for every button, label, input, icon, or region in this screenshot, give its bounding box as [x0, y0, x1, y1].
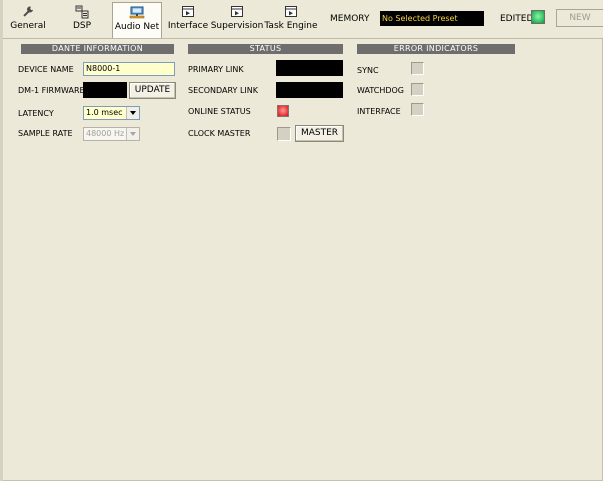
- interface-indicator: [411, 103, 424, 116]
- sample-rate-label: SAMPLE RATE: [18, 129, 73, 138]
- tab-general[interactable]: General: [6, 2, 50, 35]
- tab-task-engine[interactable]: Task Engine: [264, 2, 318, 35]
- tab-dsp[interactable]: DSP: [62, 2, 102, 35]
- firmware-label: DM-1 FIRMWARE: [18, 86, 85, 95]
- tab-interface-label: Interface: [167, 21, 209, 31]
- tab-supervision[interactable]: Supervision: [210, 2, 264, 35]
- clock-master-indicator: [277, 127, 291, 141]
- tab-task-engine-label: Task Engine: [264, 21, 318, 31]
- toolbar: General DSP Audio Net Interface Supervis…: [3, 0, 603, 39]
- tab-interface[interactable]: Interface: [167, 2, 209, 35]
- online-status-label: ONLINE STATUS: [188, 107, 251, 116]
- memory-label: MEMORY: [330, 14, 370, 24]
- master-button[interactable]: MASTER: [295, 125, 344, 142]
- sync-label: SYNC: [357, 66, 379, 75]
- watchdog-label: WATCHDOG: [357, 86, 404, 95]
- primary-link-display: [276, 60, 343, 76]
- latency-select[interactable]: 1.0 msec: [83, 106, 140, 120]
- update-button[interactable]: UPDATE: [129, 82, 176, 99]
- memory-preset-display: No Selected Preset: [380, 11, 484, 26]
- online-status-led: [277, 105, 289, 117]
- secondary-link-display: [276, 82, 343, 98]
- status-header: STATUS: [188, 44, 343, 54]
- tab-dsp-label: DSP: [72, 21, 92, 31]
- chevron-down-icon[interactable]: [126, 128, 139, 140]
- watchdog-indicator: [411, 83, 424, 96]
- interface-label: INTERFACE: [357, 107, 401, 116]
- wrench-icon: [20, 4, 36, 20]
- tab-general-label: General: [10, 21, 46, 31]
- firmware-display: [83, 82, 127, 98]
- dsp-icon: [74, 4, 90, 20]
- error-indicators-header: ERROR INDICATORS: [357, 44, 515, 54]
- sample-rate-value: 48000 Hz: [86, 129, 125, 138]
- edited-indicator-led: [531, 10, 545, 24]
- device-name-input[interactable]: N8000-1: [83, 62, 175, 76]
- sync-indicator: [411, 62, 424, 75]
- tab-audio-net-label: Audio Net: [114, 22, 160, 32]
- network-icon: [129, 5, 145, 21]
- primary-link-label: PRIMARY LINK: [188, 65, 244, 74]
- latency-value: 1.0 msec: [86, 108, 123, 117]
- secondary-link-label: SECONDARY LINK: [188, 86, 259, 95]
- sample-rate-select[interactable]: 48000 Hz: [83, 127, 140, 141]
- edited-label: EDITED: [500, 14, 534, 24]
- dante-information-header: DANTE INFORMATION: [21, 44, 174, 54]
- panel-icon: [180, 4, 196, 20]
- panel-icon: [283, 4, 299, 20]
- device-name-label: DEVICE NAME: [18, 65, 74, 74]
- panel-icon: [229, 4, 245, 20]
- new-button[interactable]: NEW: [556, 9, 603, 27]
- chevron-down-icon[interactable]: [126, 107, 139, 119]
- tab-supervision-label: Supervision: [210, 21, 264, 31]
- clock-master-label: CLOCK MASTER: [188, 129, 251, 138]
- latency-label: LATENCY: [18, 109, 54, 118]
- audio-net-panel: DANTE INFORMATION DEVICE NAME N8000-1 DM…: [13, 39, 603, 481]
- left-edge-rail: [0, 0, 3, 481]
- tab-audio-net[interactable]: Audio Net: [112, 2, 162, 38]
